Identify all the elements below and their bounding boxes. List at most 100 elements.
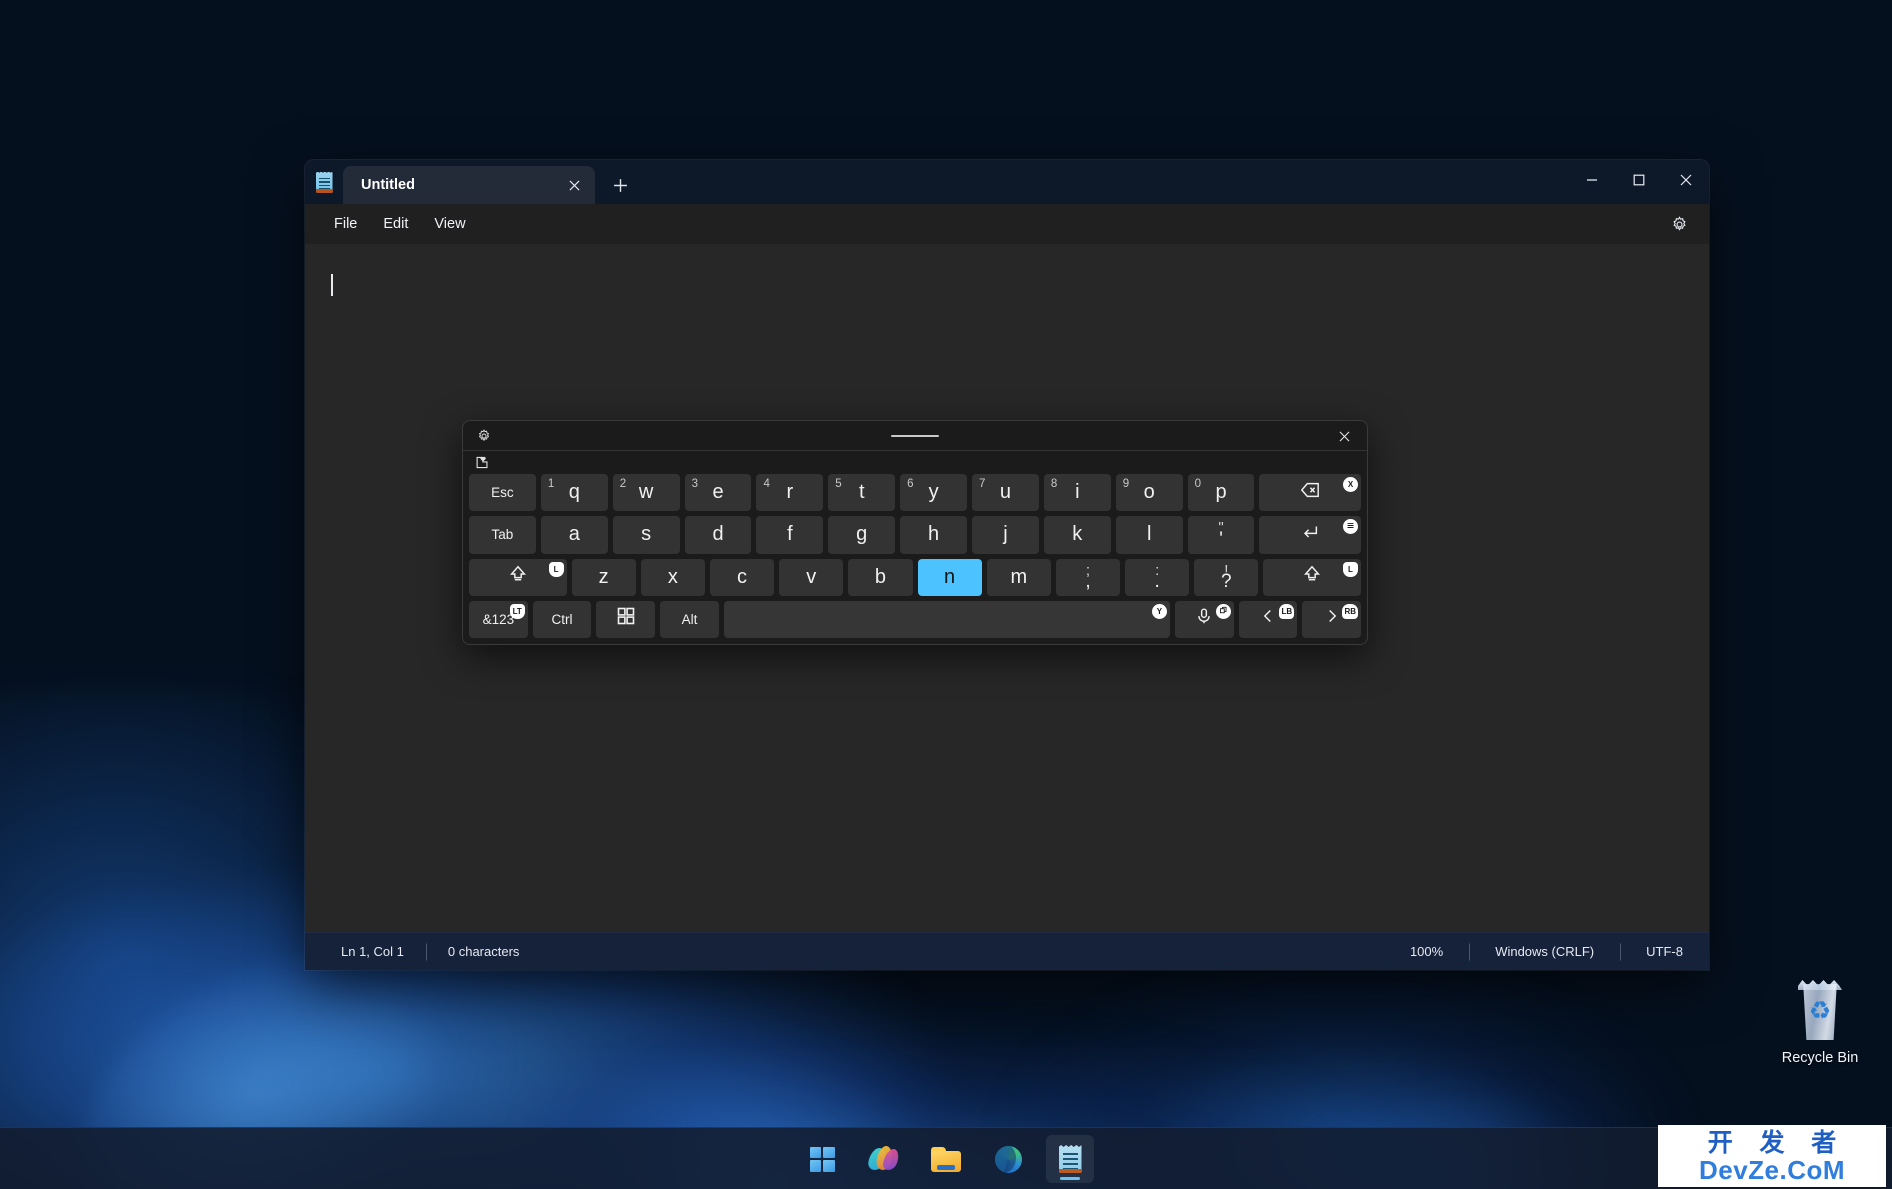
statusbar: Ln 1, Col 1 0 characters 100% Windows (C… <box>305 932 1709 970</box>
recycle-bin-icon: ♻ <box>1792 980 1848 1042</box>
key-label: u <box>1000 481 1011 504</box>
key-label: l <box>1147 523 1151 546</box>
status-line-ending[interactable]: Windows (CRLF) <box>1469 944 1620 959</box>
close-icon[interactable] <box>1662 160 1709 200</box>
copilot-button[interactable] <box>860 1135 908 1183</box>
key-windows[interactable] <box>596 601 655 638</box>
plus-icon[interactable] <box>603 169 637 201</box>
menu-edit[interactable]: Edit <box>370 210 421 238</box>
clipboard-icon[interactable] <box>471 453 493 473</box>
key-x[interactable]: x <box>641 559 705 596</box>
key-o[interactable]: 9o <box>1116 474 1183 511</box>
status-character-count: 0 characters <box>426 944 542 959</box>
gamepad-badge-x: X <box>1343 477 1358 492</box>
notepad-icon <box>1059 1145 1082 1173</box>
menu-file[interactable]: File <box>321 210 370 238</box>
windows-icon <box>616 606 636 632</box>
key-label: a <box>569 523 580 546</box>
notepad-button[interactable] <box>1046 1135 1094 1183</box>
key-label: h <box>928 523 939 546</box>
key-alt[interactable]: Alt <box>660 601 719 638</box>
close-icon[interactable] <box>559 172 589 198</box>
watermark: 开 发 者 DevZe.CoM <box>1658 1125 1886 1187</box>
window-controls <box>1568 160 1709 200</box>
key-u[interactable]: 7u <box>972 474 1039 511</box>
key-q[interactable]: 1q <box>541 474 608 511</box>
key-j[interactable]: j <box>972 516 1039 553</box>
key-c[interactable]: c <box>710 559 774 596</box>
key-h[interactable]: h <box>900 516 967 553</box>
key-n[interactable]: n <box>918 559 982 596</box>
key-label: . <box>1125 571 1189 593</box>
key-question[interactable]: ! ? <box>1194 559 1258 596</box>
key-label: k <box>1072 523 1082 546</box>
chevron-right-icon <box>1322 606 1342 632</box>
key-r[interactable]: 4r <box>756 474 823 511</box>
key-label: ? <box>1194 571 1258 593</box>
key-k[interactable]: k <box>1044 516 1111 553</box>
maximize-icon[interactable] <box>1615 160 1662 200</box>
key-i[interactable]: 8i <box>1044 474 1111 511</box>
key-label: x <box>668 566 678 589</box>
key-microphone[interactable] <box>1175 601 1234 638</box>
key-b[interactable]: b <box>848 559 912 596</box>
key-enter[interactable] <box>1259 516 1361 553</box>
edge-button[interactable] <box>984 1135 1032 1183</box>
text-caret <box>331 274 333 296</box>
key-f[interactable]: f <box>756 516 823 553</box>
key-esc[interactable]: Esc <box>469 474 536 511</box>
key-y[interactable]: 6y <box>900 474 967 511</box>
key-s[interactable]: s <box>613 516 680 553</box>
key-t[interactable]: 5t <box>828 474 895 511</box>
key-g[interactable]: g <box>828 516 895 553</box>
tab-title: Untitled <box>361 177 559 193</box>
key-label: y <box>929 481 939 504</box>
gamepad-badge-copy <box>1216 604 1231 619</box>
key-tab[interactable]: Tab <box>469 516 536 553</box>
key-l[interactable]: l <box>1116 516 1183 553</box>
start-button[interactable] <box>798 1135 846 1183</box>
key-m[interactable]: m <box>987 559 1051 596</box>
minimize-icon[interactable] <box>1568 160 1615 200</box>
key-ctrl[interactable]: Ctrl <box>533 601 592 638</box>
status-encoding[interactable]: UTF-8 <box>1620 944 1709 959</box>
status-zoom-level[interactable]: 100% <box>1384 944 1469 959</box>
gear-icon[interactable] <box>467 421 501 451</box>
key-e[interactable]: 3e <box>685 474 752 511</box>
key-label: v <box>806 566 816 589</box>
recycle-bin-label: Recycle Bin <box>1745 1050 1892 1066</box>
key-label: i <box>1075 481 1079 504</box>
key-d[interactable]: d <box>685 516 752 553</box>
key-w[interactable]: 2w <box>613 474 680 511</box>
key-space[interactable]: Y <box>724 601 1170 638</box>
drag-handle[interactable] <box>891 435 939 437</box>
tab-untitled[interactable]: Untitled <box>343 166 595 204</box>
key-label: Tab <box>492 527 514 542</box>
menu-view[interactable]: View <box>421 210 478 238</box>
key-comma[interactable]: ; , <box>1056 559 1120 596</box>
key-v[interactable]: v <box>779 559 843 596</box>
keyboard-row: Tab a s d f g h j k l " ' <box>469 516 1361 553</box>
key-z[interactable]: z <box>572 559 636 596</box>
key-shift-left[interactable]: L <box>469 559 567 596</box>
menubar: File Edit View <box>305 204 1709 244</box>
file-explorer-button[interactable] <box>922 1135 970 1183</box>
key-period[interactable]: : . <box>1125 559 1189 596</box>
close-icon[interactable] <box>1327 421 1361 451</box>
watermark-english: DevZe.CoM <box>1699 1157 1845 1183</box>
key-apostrophe[interactable]: " ' <box>1188 516 1255 553</box>
key-sup: 9 <box>1123 478 1129 490</box>
key-label: r <box>787 481 794 504</box>
key-a[interactable]: a <box>541 516 608 553</box>
key-label: p <box>1215 481 1226 504</box>
key-shift-right[interactable]: L <box>1263 559 1361 596</box>
key-symbols[interactable]: LT &123 <box>469 601 528 638</box>
key-arrow-left[interactable]: LB <box>1239 601 1298 638</box>
key-sup: 4 <box>763 478 769 490</box>
key-p[interactable]: 0p <box>1188 474 1255 511</box>
key-backspace[interactable]: X <box>1259 474 1361 511</box>
desktop-icon-recycle-bin[interactable]: ♻ Recycle Bin <box>1745 980 1892 1066</box>
key-arrow-right[interactable]: RB <box>1302 601 1361 638</box>
gear-icon[interactable] <box>1663 209 1695 239</box>
gamepad-badge-y: Y <box>1152 604 1167 619</box>
